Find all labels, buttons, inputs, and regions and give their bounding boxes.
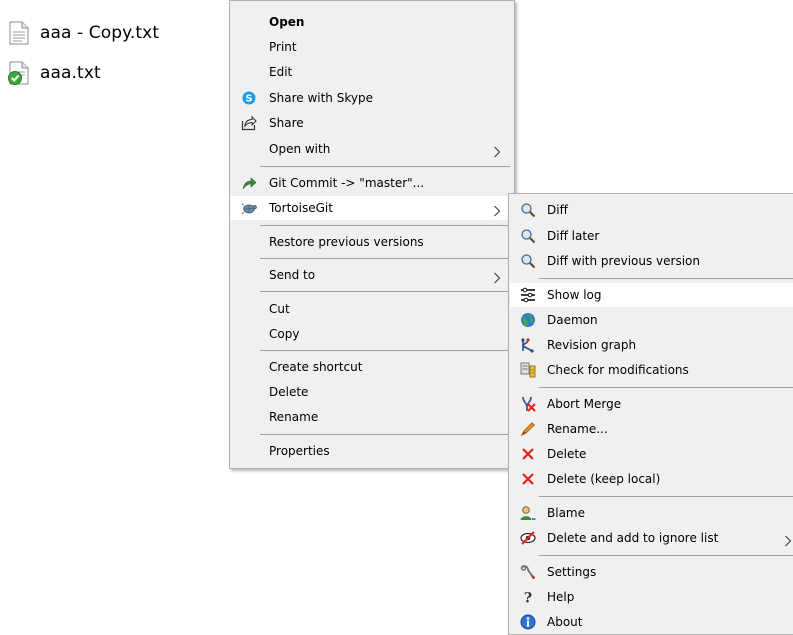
submenu-item-rename[interactable]: Rename... bbox=[510, 417, 793, 441]
menu-item-copy[interactable]: Copy bbox=[231, 322, 513, 346]
menu-item-share-with-skype[interactable]: S Share with Skype bbox=[231, 86, 513, 110]
menu-item-open[interactable]: Open bbox=[231, 10, 513, 34]
check-modifications-icon bbox=[520, 362, 536, 378]
ignore-icon bbox=[520, 530, 536, 546]
text-document-icon bbox=[8, 21, 30, 45]
menu-item-properties[interactable]: Properties bbox=[231, 439, 513, 463]
log-icon bbox=[520, 287, 536, 303]
magnifier-icon bbox=[520, 202, 536, 218]
menu-separator bbox=[539, 278, 793, 279]
magnifier-icon bbox=[520, 228, 536, 244]
abort-merge-icon bbox=[520, 396, 536, 412]
menu-separator bbox=[539, 387, 793, 388]
submenu-item-diff[interactable]: Diff bbox=[510, 198, 793, 222]
file-aaa-copy[interactable]: aaa - Copy.txt bbox=[8, 20, 159, 46]
menu-item-rename[interactable]: Rename bbox=[231, 405, 513, 429]
tortoisegit-icon bbox=[241, 200, 257, 216]
info-icon bbox=[520, 614, 536, 630]
help-icon: ? bbox=[520, 589, 536, 606]
magnifier-icon bbox=[520, 253, 536, 269]
menu-separator bbox=[260, 434, 510, 435]
submenu-item-check-for-modifications[interactable]: Check for modifications bbox=[510, 358, 793, 382]
menu-separator bbox=[260, 225, 510, 226]
globe-icon bbox=[520, 312, 536, 328]
submenu-item-help[interactable]: ? Help bbox=[510, 585, 793, 609]
menu-separator bbox=[539, 555, 793, 556]
menu-separator bbox=[539, 496, 793, 497]
file-aaa[interactable]: aaa.txt bbox=[8, 60, 101, 86]
chevron-right-icon bbox=[782, 532, 793, 547]
submenu-item-settings[interactable]: Settings bbox=[510, 560, 793, 584]
menu-item-open-with[interactable]: Open with bbox=[231, 137, 513, 161]
menu-item-print[interactable]: Print bbox=[231, 35, 513, 59]
menu-item-delete[interactable]: Delete bbox=[231, 380, 513, 404]
file-name: aaa - Copy.txt bbox=[40, 23, 160, 43]
menu-item-create-shortcut[interactable]: Create shortcut bbox=[231, 355, 513, 379]
menu-item-share[interactable]: Share bbox=[231, 111, 513, 135]
submenu-item-diff-with-previous-version[interactable]: Diff with previous version bbox=[510, 249, 793, 273]
submenu-item-diff-later[interactable]: Diff later bbox=[510, 224, 793, 248]
blame-icon bbox=[520, 505, 536, 521]
share-icon bbox=[241, 115, 257, 131]
submenu-item-blame[interactable]: Blame bbox=[510, 501, 793, 525]
red-x-icon bbox=[520, 446, 536, 462]
submenu-item-delete-and-add-to-ignore-list[interactable]: Delete and add to ignore list bbox=[510, 526, 793, 550]
svg-text:S: S bbox=[245, 94, 252, 105]
submenu-item-daemon[interactable]: Daemon bbox=[510, 308, 793, 332]
skype-icon: S bbox=[241, 90, 257, 106]
tortoisegit-submenu: Diff Diff later Diff with previous versi… bbox=[508, 193, 793, 635]
menu-separator bbox=[260, 258, 510, 259]
settings-icon bbox=[520, 564, 536, 580]
submenu-item-show-log[interactable]: Show log bbox=[510, 283, 793, 307]
submenu-item-delete-keep-local[interactable]: Delete (keep local) bbox=[510, 467, 793, 491]
submenu-item-about[interactable]: About bbox=[510, 610, 793, 634]
git-commit-icon bbox=[241, 175, 257, 191]
git-tracked-document-icon bbox=[8, 61, 30, 85]
chevron-right-icon bbox=[491, 269, 503, 284]
menu-item-restore-previous-versions[interactable]: Restore previous versions bbox=[231, 230, 513, 254]
menu-item-cut[interactable]: Cut bbox=[231, 297, 513, 321]
submenu-item-delete[interactable]: Delete bbox=[510, 442, 793, 466]
submenu-item-abort-merge[interactable]: Abort Merge bbox=[510, 392, 793, 416]
chevron-right-icon bbox=[491, 143, 503, 158]
context-menu: Open Print Edit S Share with Skype Share… bbox=[229, 0, 515, 469]
menu-separator bbox=[260, 291, 510, 292]
rename-pen-icon bbox=[520, 421, 536, 437]
chevron-right-icon bbox=[491, 202, 503, 217]
menu-separator bbox=[260, 350, 510, 351]
revision-graph-icon bbox=[520, 337, 536, 353]
red-x-icon bbox=[520, 471, 536, 487]
menu-separator bbox=[260, 166, 510, 167]
menu-item-edit[interactable]: Edit bbox=[231, 60, 513, 84]
menu-item-git-commit[interactable]: Git Commit -> "master"... bbox=[231, 171, 513, 195]
menu-item-send-to[interactable]: Send to bbox=[231, 263, 513, 287]
svg-text:?: ? bbox=[524, 591, 532, 606]
submenu-item-revision-graph[interactable]: Revision graph bbox=[510, 333, 793, 357]
menu-item-tortoisegit[interactable]: TortoiseGit bbox=[231, 196, 513, 220]
file-name: aaa.txt bbox=[40, 63, 101, 83]
